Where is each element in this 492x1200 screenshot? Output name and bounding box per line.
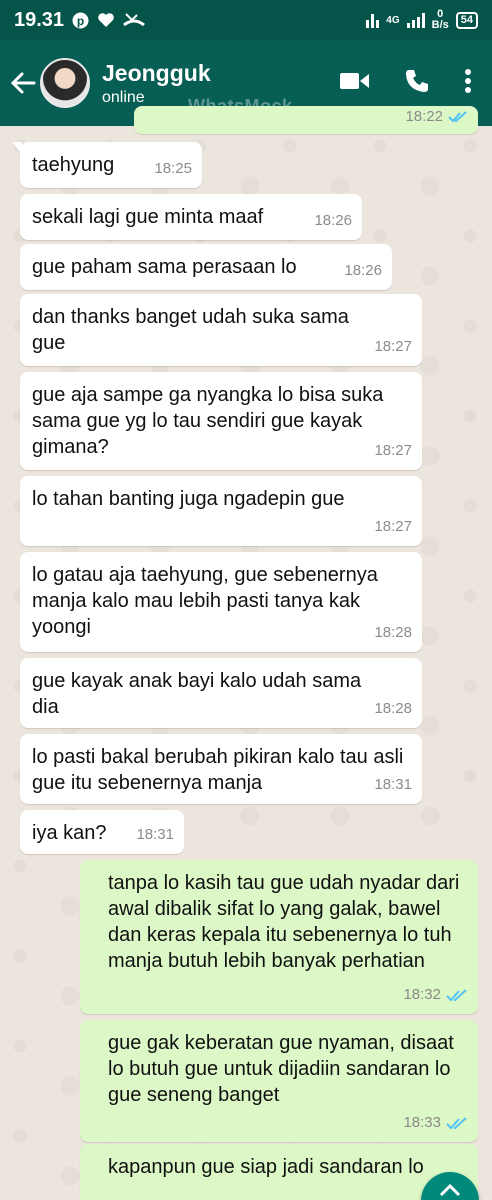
message-text: lo tahan banting juga ngadepin gue: [32, 488, 345, 510]
message-bubble[interactable]: gue kayak anak bayi kalo udah sama dia 1…: [20, 658, 422, 728]
message-bubble[interactable]: gue paham sama perasaan lo 18:26: [20, 244, 392, 290]
message-text: lo pasti bakal berubah pikiran kalo tau …: [32, 746, 404, 794]
network-type: 4G: [386, 14, 400, 26]
message-bubble[interactable]: sekali lagi gue minta maaf 18:26: [20, 194, 362, 240]
message-bubble[interactable]: iya kan? 18:31: [20, 810, 184, 854]
message-time: 18:28: [374, 624, 412, 641]
message-time: 18:33: [403, 1114, 441, 1131]
message-time: 18:25: [154, 160, 192, 177]
message-bubble[interactable]: kapanpun gue siap jadi sandaran lo: [80, 1144, 478, 1200]
message-time: 18:22: [405, 108, 443, 125]
message-time: 18:32: [403, 986, 441, 1003]
video-call-icon[interactable]: [340, 71, 370, 96]
message-text: tanpa lo kasih tau gue udah nyadar dari …: [108, 872, 460, 972]
message-text: taehyung: [32, 154, 115, 176]
message-time: 18:27: [374, 518, 412, 535]
message-time: 18:31: [374, 776, 412, 793]
message-bubble[interactable]: 18:22: [134, 106, 478, 134]
message-bubble[interactable]: gue gak keberatan gue nyaman, disaat lo …: [80, 1020, 478, 1142]
message-text: kapanpun gue siap jadi sandaran lo: [108, 1156, 424, 1178]
message-bubble[interactable]: taehyung 18:25: [12, 142, 202, 188]
missed-call-icon: [123, 12, 145, 28]
heart-icon: [97, 12, 115, 28]
message-time: 18:26: [314, 212, 352, 229]
message-bubble[interactable]: lo gatau aja taehyung, gue sebenernya ma…: [20, 552, 422, 652]
chat-background: 18:22 taehyung 18:25 sekali lagi gue min…: [0, 106, 492, 1200]
vibrate-icon: [366, 12, 380, 28]
battery-indicator: 54: [455, 11, 478, 29]
message-bubble[interactable]: lo tahan banting juga ngadepin gue 18:27: [20, 476, 422, 546]
svg-text:p: p: [77, 14, 84, 28]
message-time: 18:31: [136, 826, 174, 843]
message-time: 18:28: [374, 700, 412, 717]
message-text: gue gak keberatan gue nyaman, disaat lo …: [108, 1032, 454, 1106]
double-check-icon: [448, 111, 467, 123]
message-text: gue kayak anak bayi kalo udah sama dia: [32, 670, 362, 718]
double-check-icon: [446, 988, 467, 1001]
message-bubble[interactable]: lo pasti bakal berubah pikiran kalo tau …: [20, 734, 422, 804]
message-bubble[interactable]: dan thanks banget udah suka sama gue 18:…: [20, 294, 422, 366]
message-text: sekali lagi gue minta maaf: [32, 206, 264, 228]
contact-name: Jeongguk: [102, 59, 211, 86]
signal-icon: [406, 12, 425, 28]
message-time: 18:27: [374, 442, 412, 459]
message-time: 18:26: [344, 262, 382, 279]
message-bubble[interactable]: tanpa lo kasih tau gue udah nyadar dari …: [80, 860, 478, 1014]
message-bubble[interactable]: gue aja sampe ga nyangka lo bisa suka sa…: [20, 372, 422, 470]
network-speed: 0 B/s: [431, 8, 449, 31]
message-text: gue paham sama perasaan lo: [32, 256, 297, 278]
status-bar: 19.31 p 4G 0 B/s 54: [0, 0, 492, 40]
chevron-down-icon: [439, 1183, 461, 1197]
message-text: iya kan?: [32, 822, 107, 844]
status-time: 19.31: [14, 8, 65, 31]
message-text: gue aja sampe ga nyangka lo bisa suka sa…: [32, 384, 384, 458]
back-arrow-icon[interactable]: [8, 68, 38, 98]
phone-icon[interactable]: [404, 68, 430, 99]
pinterest-icon: p: [72, 12, 89, 29]
message-text: dan thanks banget udah suka sama gue: [32, 306, 349, 354]
message-time: 18:27: [374, 338, 412, 355]
message-text: lo gatau aja taehyung, gue sebenernya ma…: [32, 564, 378, 638]
double-check-icon: [446, 1116, 467, 1129]
avatar[interactable]: [40, 58, 90, 108]
more-options-icon[interactable]: [464, 68, 472, 99]
